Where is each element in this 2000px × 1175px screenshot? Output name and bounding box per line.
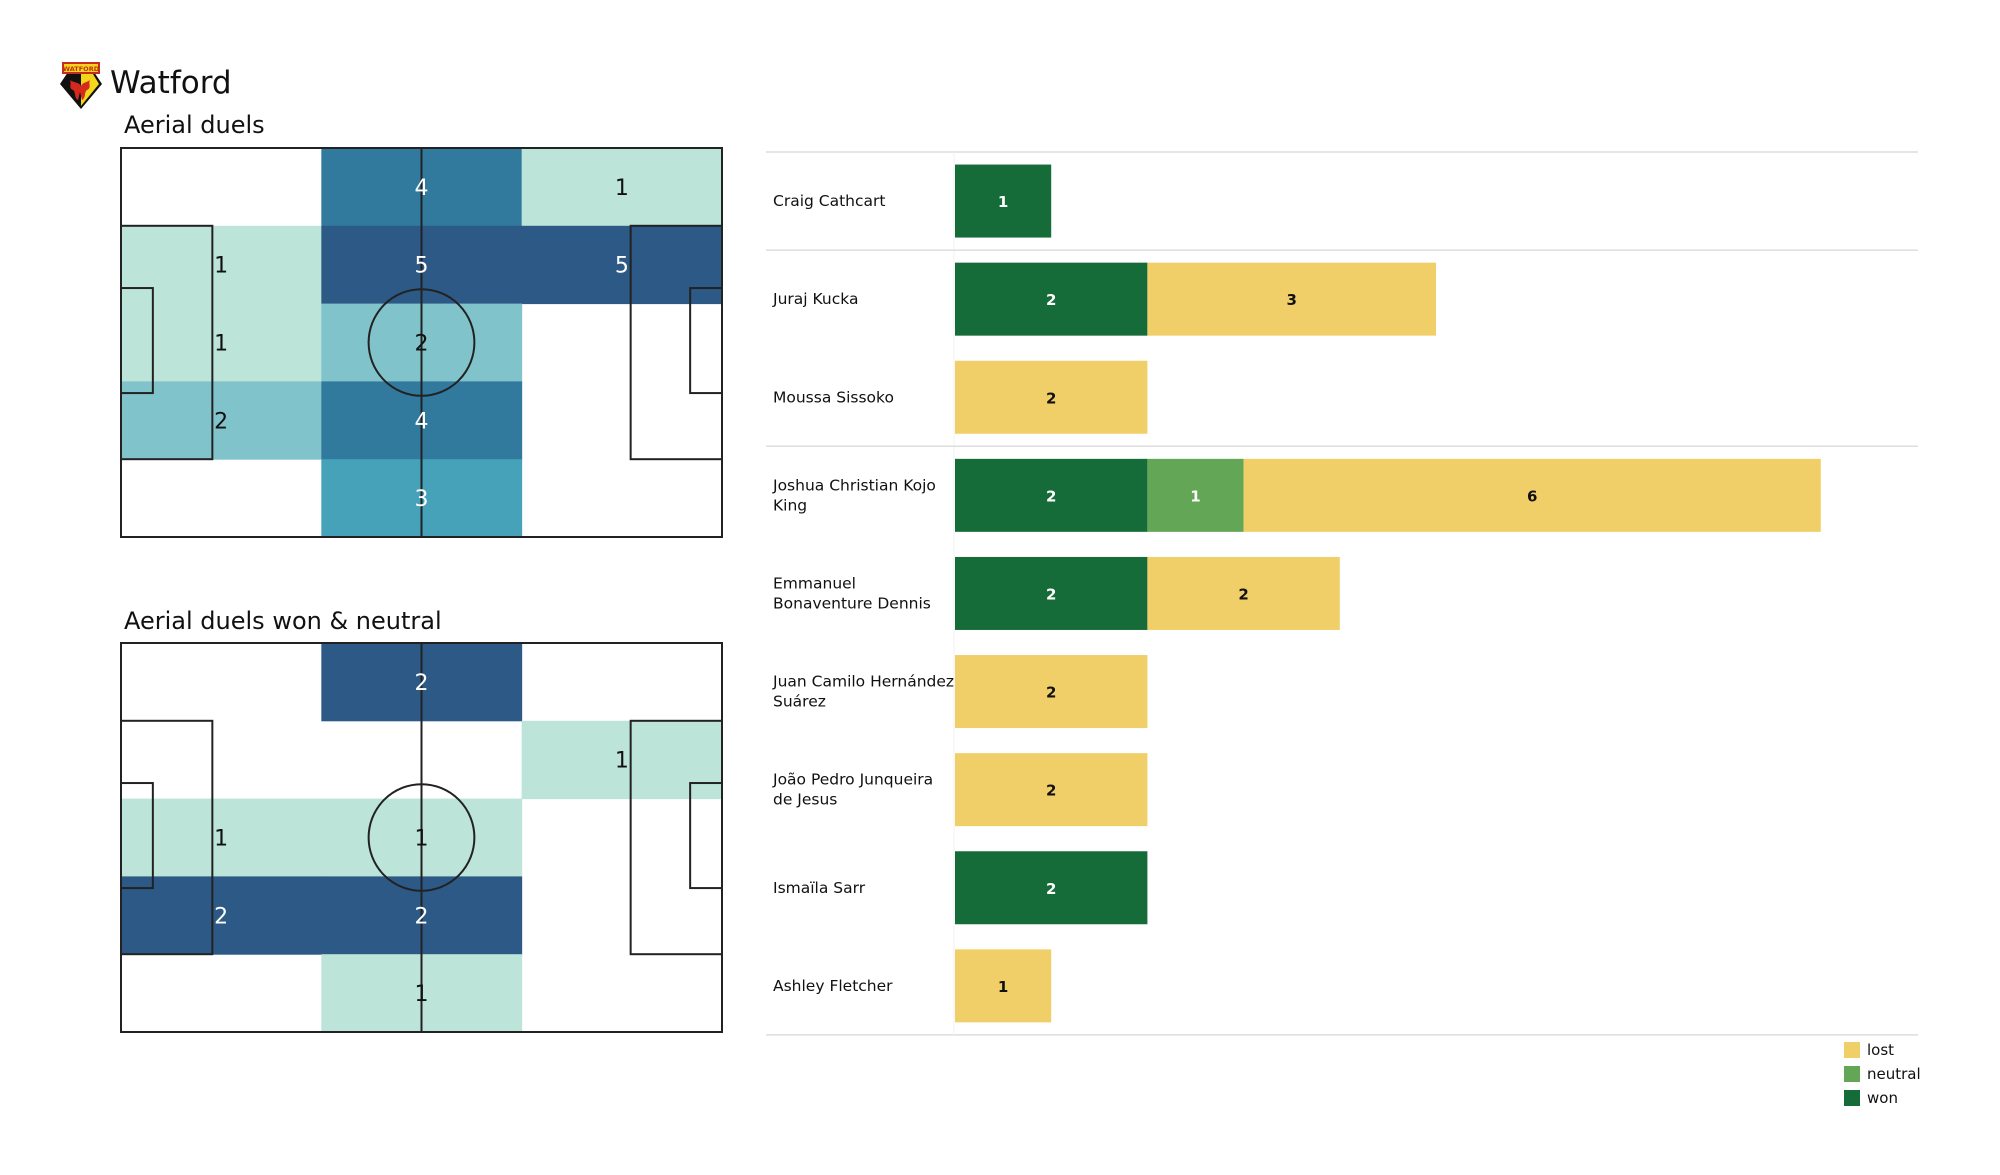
chart-canvas: 4 1 1 5 5 1 2 2 4 3 2 1 1 1 2 2 1 Craig Cathcart 1 Juraj …: [120, 147, 1921, 1107]
heatmap-cell-label: 1: [615, 176, 629, 201]
heatmap-cell-label: 1: [615, 749, 629, 774]
heatmap-cell-label: 3: [415, 487, 429, 512]
legend-item-lost: lost: [1844, 1041, 1894, 1059]
heatmap-cell-label: 4: [415, 176, 429, 201]
bar-value-label: 2: [1046, 487, 1056, 505]
player-row: Joshua Christian Kojo King 2 1 6: [772, 458, 1821, 532]
player-row: Ashley Fletcher 1: [773, 949, 1052, 1023]
heatmap-cell-label: 1: [415, 827, 429, 852]
player-name-label: Joshua Christian Kojo: [772, 476, 936, 494]
chart-legend: lost neutral won: [1844, 1041, 1921, 1107]
heatmap-cell-label: 5: [415, 254, 429, 279]
heatmap-cell-label: 4: [415, 409, 429, 434]
heatmap-cell-label: 2: [415, 904, 429, 929]
player-name-label: Ismaïla Sarr: [773, 879, 866, 897]
legend-label: neutral: [1867, 1065, 1921, 1083]
legend-item-neutral: neutral: [1844, 1065, 1921, 1083]
bar-value-label: 2: [1046, 291, 1056, 309]
player-row: Juraj Kucka 2 3: [772, 262, 1436, 336]
heatmap-cell-label: 1: [214, 827, 228, 852]
bar-value-label: 1: [998, 978, 1008, 996]
legend-label: lost: [1867, 1041, 1894, 1059]
bar-value-label: 2: [1046, 389, 1056, 407]
bar-value-label: 1: [1190, 487, 1200, 505]
player-name-label: Bonaventure Dennis: [773, 594, 931, 612]
player-row: Ismaïla Sarr 2: [773, 851, 1148, 925]
player-row: Juan Camilo Hernández Suárez 2: [772, 655, 1148, 729]
heatmap-cell-label: 1: [214, 332, 228, 357]
heatmap-cell-label: 2: [214, 904, 228, 929]
bar-value-label: 6: [1527, 487, 1537, 505]
legend-label: won: [1867, 1089, 1898, 1107]
player-name-label: Juan Camilo Hernández: [772, 673, 954, 691]
bar-value-label: 2: [1046, 782, 1056, 800]
player-row: Craig Cathcart 1: [773, 164, 1052, 238]
bar-value-label: 3: [1286, 291, 1296, 309]
heatmap-cell-label: 2: [214, 409, 228, 434]
player-name-label: João Pedro Junqueira: [772, 771, 933, 789]
bar-value-label: 2: [1046, 684, 1056, 702]
player-row: João Pedro Junqueira de Jesus 2: [772, 753, 1148, 827]
legend-swatch-won: [1844, 1090, 1860, 1106]
player-name-label: Suárez: [773, 693, 826, 711]
legend-item-won: won: [1844, 1089, 1898, 1107]
bar-value-label: 2: [1046, 880, 1056, 898]
player-row: Moussa Sissoko 2: [773, 360, 1148, 434]
heatmap-cell-label: 2: [415, 332, 429, 357]
heatmap-pitch-all-duels: 4 1 1 5 5 1 2 2 4 3: [120, 147, 724, 538]
legend-swatch-lost: [1844, 1042, 1860, 1058]
heatmap-cell-label: 5: [615, 254, 629, 279]
legend-swatch-neutral: [1844, 1066, 1860, 1082]
heatmap-pitch-won-neutral: 2 1 1 1 2 2 1: [120, 642, 724, 1033]
player-name-label: Craig Cathcart: [773, 192, 885, 210]
stacked-bar-chart: Craig Cathcart 1 Juraj Kucka 2 3 Moussa Sisso…: [766, 151, 1918, 1036]
player-name-label: Emmanuel: [773, 574, 856, 592]
heatmap-cell-label: 1: [214, 254, 228, 279]
bar-value-label: 2: [1046, 585, 1056, 603]
player-row: Emmanuel Bonaventure Dennis 2 2: [773, 556, 1340, 630]
heatmap-cell-label: 2: [415, 671, 429, 696]
player-name-label: Ashley Fletcher: [773, 977, 893, 995]
player-name-label: de Jesus: [773, 791, 837, 809]
heatmap-cell-label: 1: [415, 982, 429, 1007]
player-name-label: Moussa Sissoko: [773, 388, 894, 406]
bar-value-label: 2: [1238, 585, 1248, 603]
player-name-label: King: [773, 496, 807, 514]
player-name-label: Juraj Kucka: [772, 290, 858, 308]
bar-value-label: 1: [998, 193, 1008, 211]
